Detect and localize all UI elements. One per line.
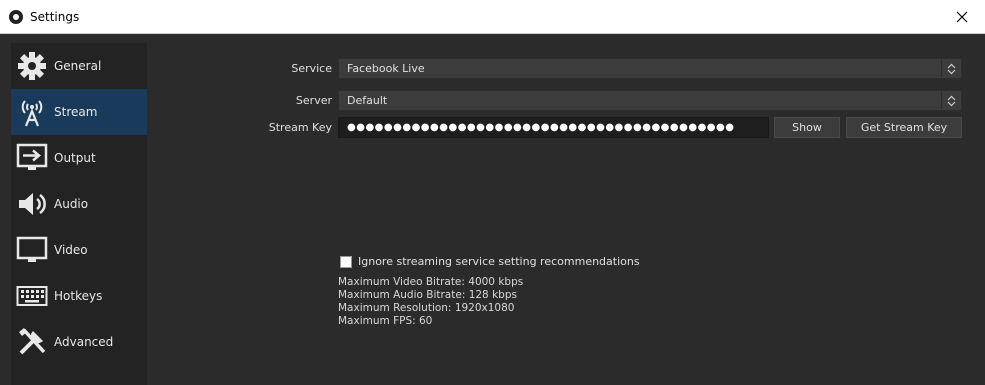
updown-arrow-icon bbox=[941, 92, 960, 109]
tools-icon bbox=[15, 325, 49, 359]
sidebar-item-label: Audio bbox=[54, 197, 89, 211]
max-audio-bitrate: Maximum Audio Bitrate: 128 kbps bbox=[338, 289, 517, 301]
sidebar-item-output[interactable]: Output bbox=[11, 135, 147, 181]
updown-arrow-icon bbox=[941, 60, 960, 77]
sidebar-item-label: Output bbox=[54, 151, 96, 165]
sidebar-item-audio[interactable]: Audio bbox=[11, 181, 147, 227]
service-label: Service bbox=[291, 62, 332, 75]
ignore-recommendations-label: Ignore streaming service setting recomme… bbox=[358, 255, 640, 268]
settings-body: General Stream Output Audio Video Hotkey… bbox=[0, 34, 985, 385]
output-monitor-icon bbox=[15, 141, 49, 175]
max-video-bitrate: Maximum Video Bitrate: 4000 kbps bbox=[338, 276, 524, 288]
server-select[interactable]: Default bbox=[338, 90, 962, 111]
close-icon bbox=[956, 11, 968, 22]
monitor-icon bbox=[15, 233, 49, 267]
stream-key-input[interactable]: ●●●●●●●●●●●●●●●●●●●●●●●●●●●●●●●●●●●●●●●●… bbox=[338, 117, 769, 138]
sidebar-item-label: Hotkeys bbox=[54, 289, 103, 303]
speaker-icon bbox=[15, 187, 49, 221]
service-select[interactable]: Facebook Live bbox=[338, 58, 962, 79]
sidebar-item-label: General bbox=[54, 59, 102, 73]
ignore-recommendations-checkbox[interactable] bbox=[340, 255, 352, 268]
keyboard-icon bbox=[15, 279, 49, 313]
close-button[interactable] bbox=[939, 0, 985, 33]
max-resolution: Maximum Resolution: 1920x1080 bbox=[338, 302, 515, 314]
show-key-button[interactable]: Show bbox=[774, 117, 840, 138]
ignore-recommendations-row: Ignore streaming service setting recomme… bbox=[340, 255, 640, 268]
window-title: Settings bbox=[30, 9, 80, 24]
sidebar-item-label: Stream bbox=[54, 105, 98, 119]
sidebar-item-label: Video bbox=[54, 243, 88, 257]
broadcast-antenna-icon bbox=[15, 95, 49, 129]
service-value: Facebook Live bbox=[347, 62, 425, 75]
server-value: Default bbox=[347, 94, 388, 107]
title-bar: Settings bbox=[0, 0, 985, 34]
get-stream-key-button[interactable]: Get Stream Key bbox=[846, 117, 962, 138]
sidebar-item-hotkeys[interactable]: Hotkeys bbox=[11, 273, 147, 319]
sidebar-item-stream[interactable]: Stream bbox=[11, 89, 147, 135]
max-fps: Maximum FPS: 60 bbox=[338, 315, 433, 327]
server-label: Server bbox=[295, 94, 332, 107]
sidebar-item-video[interactable]: Video bbox=[11, 227, 147, 273]
stream-key-label: Stream Key bbox=[268, 121, 332, 134]
sidebar-item-advanced[interactable]: Advanced bbox=[11, 319, 147, 365]
settings-sidebar: General Stream Output Audio Video Hotkey… bbox=[11, 43, 147, 385]
obs-logo-icon bbox=[9, 9, 23, 24]
sidebar-item-general[interactable]: General bbox=[11, 43, 147, 89]
gear-icon bbox=[15, 49, 49, 83]
sidebar-item-label: Advanced bbox=[54, 335, 114, 349]
